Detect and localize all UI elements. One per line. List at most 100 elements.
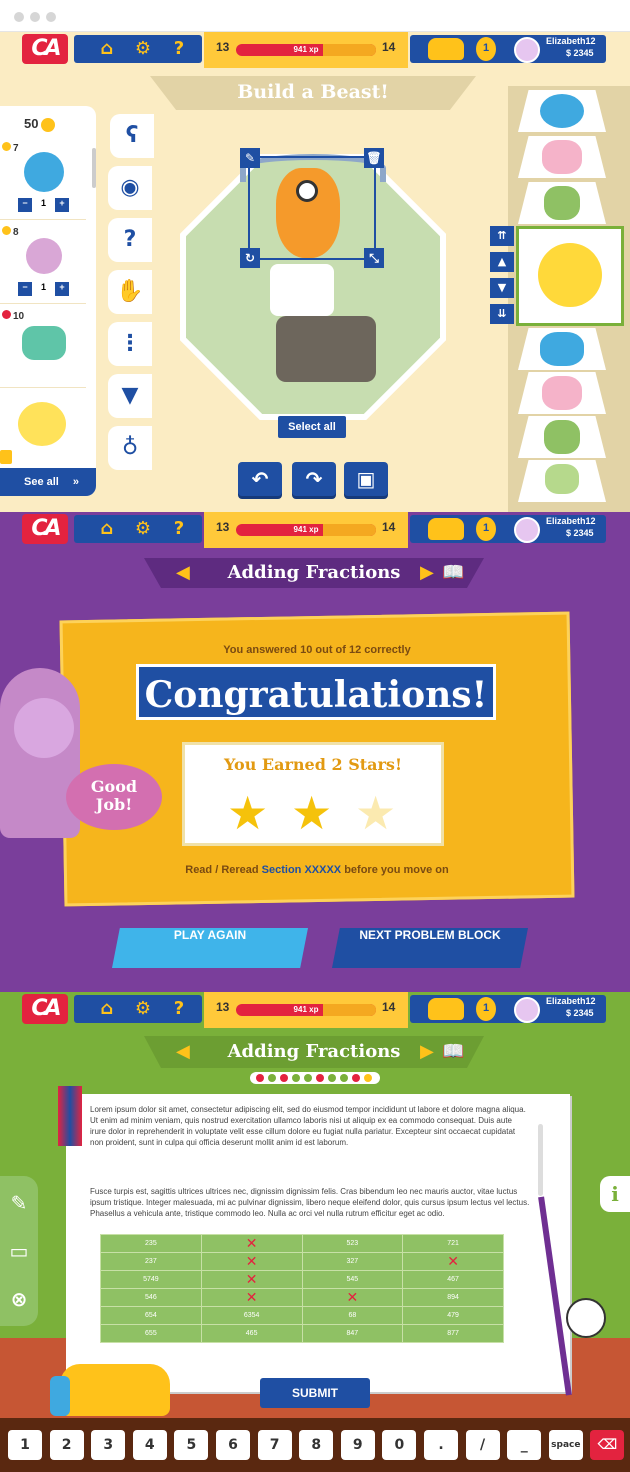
- select-all-button[interactable]: Select all: [278, 416, 346, 438]
- submit-button[interactable]: SUBMIT: [260, 1378, 370, 1408]
- monster-icon[interactable]: [428, 998, 464, 1020]
- trash-icon[interactable]: 🗑: [364, 148, 384, 168]
- answer-cell[interactable]: 68: [301, 1306, 404, 1325]
- video-icon[interactable]: ▶: [420, 558, 434, 588]
- settings-gear-icon[interactable]: ⚙: [132, 39, 154, 59]
- key-button[interactable]: /: [465, 1430, 500, 1460]
- help-icon[interactable]: ?: [168, 519, 190, 539]
- brush-icon[interactable]: ✎: [240, 148, 260, 168]
- carousel-item[interactable]: [518, 182, 606, 224]
- answer-cell[interactable]: 877: [402, 1324, 504, 1343]
- carousel-item[interactable]: [518, 90, 606, 132]
- tab-hand-icon[interactable]: ✋: [108, 270, 152, 314]
- carousel-item[interactable]: [518, 460, 606, 502]
- answer-cell[interactable]: 546: [100, 1288, 202, 1307]
- eraser-icon[interactable]: ▭: [0, 1230, 38, 1272]
- key-button[interactable]: 5: [174, 1430, 209, 1460]
- key-button[interactable]: 7: [257, 1430, 292, 1460]
- shop-item-card[interactable]: [0, 392, 86, 472]
- username[interactable]: Elizabeth12: [546, 516, 596, 526]
- back-arrow-icon[interactable]: ◀: [176, 1036, 190, 1068]
- undo-button[interactable]: ↶: [238, 462, 282, 496]
- answer-cell[interactable]: ✕: [200, 1252, 303, 1271]
- next-problem-block-button[interactable]: NEXT PROBLEM BLOCK: [332, 928, 528, 968]
- see-all-button[interactable]: See all»: [0, 468, 96, 496]
- answer-cell[interactable]: ✕: [200, 1288, 303, 1307]
- play-again-button[interactable]: PLAY AGAIN: [112, 928, 308, 968]
- carousel-item-selected[interactable]: [516, 226, 624, 326]
- answer-cell[interactable]: 237: [100, 1252, 202, 1271]
- back-arrow-icon[interactable]: ◀: [176, 558, 190, 588]
- increment-button[interactable]: +: [55, 198, 70, 212]
- increment-button[interactable]: +: [55, 282, 70, 296]
- answer-cell[interactable]: 465: [200, 1324, 303, 1343]
- key-button[interactable]: 0: [382, 1430, 417, 1460]
- carousel-item[interactable]: [518, 416, 606, 458]
- answer-cell[interactable]: 894: [402, 1288, 504, 1307]
- key-button[interactable]: 4: [132, 1430, 167, 1460]
- resize-icon[interactable]: ⤡: [364, 248, 384, 268]
- key-button[interactable]: 8: [299, 1430, 334, 1460]
- shop-scrollbar[interactable]: [92, 148, 96, 188]
- answer-cell[interactable]: ✕: [301, 1288, 404, 1307]
- avatar[interactable]: [514, 37, 540, 63]
- home-icon[interactable]: ⌂: [96, 519, 118, 539]
- scroll-down-button[interactable]: ▼: [490, 278, 514, 298]
- ribbon-badge-icon[interactable]: 1: [476, 997, 496, 1021]
- answer-cell[interactable]: ✕: [200, 1234, 303, 1253]
- book-icon[interactable]: 📖: [442, 558, 464, 588]
- home-icon[interactable]: ⌂: [96, 999, 118, 1019]
- tab-foot-icon[interactable]: ⋮: [108, 322, 152, 366]
- key-button[interactable]: ⌫: [590, 1430, 625, 1460]
- passage-scrollbar[interactable]: [538, 1124, 543, 1196]
- username[interactable]: Elizabeth12: [546, 36, 596, 46]
- avatar[interactable]: [514, 997, 540, 1023]
- monster-icon[interactable]: [428, 518, 464, 540]
- tab-ear-icon[interactable]: ?: [108, 218, 152, 262]
- answer-cell[interactable]: ✕: [200, 1270, 303, 1289]
- save-button[interactable]: ▣: [344, 462, 388, 496]
- shop-item-card[interactable]: 10: [0, 308, 86, 388]
- tab-shirt-icon[interactable]: ▼: [108, 374, 152, 418]
- help-icon[interactable]: ?: [168, 39, 190, 59]
- tab-face-icon[interactable]: ʕ: [110, 114, 154, 158]
- carousel-item[interactable]: [518, 372, 606, 414]
- ribbon-badge-icon[interactable]: 1: [476, 37, 496, 61]
- rotate-icon[interactable]: ↻: [240, 248, 260, 268]
- shop-item-card[interactable]: 7 − 1 +: [0, 140, 86, 220]
- selection-box[interactable]: ✎ 🗑 ↻ ⤡: [240, 148, 384, 268]
- key-button[interactable]: space: [548, 1430, 583, 1460]
- key-button[interactable]: 9: [340, 1430, 375, 1460]
- answer-cell[interactable]: 235: [100, 1234, 202, 1253]
- answer-cell[interactable]: 655: [100, 1324, 202, 1343]
- key-button[interactable]: 3: [91, 1430, 126, 1460]
- quantity-stepper[interactable]: − 1 +: [18, 198, 70, 212]
- key-button[interactable]: 1: [8, 1430, 42, 1460]
- section-link[interactable]: Section XXXXX: [262, 864, 341, 876]
- ribbon-badge-icon[interactable]: 1: [476, 517, 496, 541]
- answer-cell[interactable]: 6354: [200, 1306, 303, 1325]
- answer-cell[interactable]: 545: [301, 1270, 404, 1289]
- video-icon[interactable]: ▶: [420, 1036, 434, 1068]
- answer-cell[interactable]: 327: [301, 1252, 404, 1271]
- redo-button[interactable]: ↷: [292, 462, 336, 496]
- pencil-icon[interactable]: ✎: [0, 1182, 38, 1224]
- key-button[interactable]: 6: [216, 1430, 250, 1460]
- answer-cell[interactable]: 479: [402, 1306, 504, 1325]
- settings-gear-icon[interactable]: ⚙: [132, 519, 154, 539]
- carousel-item[interactable]: [518, 328, 606, 370]
- home-icon[interactable]: ⌂: [96, 39, 118, 59]
- scroll-up-button[interactable]: ▲: [490, 252, 514, 272]
- app-logo[interactable]: CA: [22, 994, 68, 1024]
- key-button[interactable]: .: [424, 1430, 458, 1460]
- key-button[interactable]: _: [507, 1430, 542, 1460]
- key-button[interactable]: 2: [49, 1430, 84, 1460]
- help-icon[interactable]: ?: [168, 999, 190, 1019]
- username[interactable]: Elizabeth12: [546, 996, 596, 1006]
- answer-cell[interactable]: 721: [402, 1234, 504, 1253]
- answer-cell[interactable]: 847: [301, 1324, 404, 1343]
- clear-icon[interactable]: ⊗: [0, 1278, 38, 1320]
- scroll-bottom-button[interactable]: ⇊: [490, 304, 514, 324]
- tab-eye-icon[interactable]: ◉: [108, 166, 152, 210]
- tab-tail-icon[interactable]: ♁: [108, 426, 152, 470]
